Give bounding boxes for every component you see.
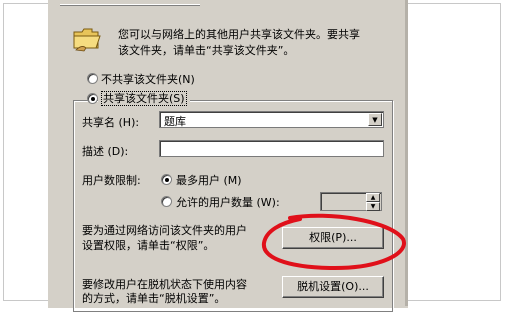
not-share-text: 不共享该文件夹 bbox=[101, 73, 178, 86]
share-text: 共享该文件夹 bbox=[103, 92, 169, 105]
tab-divider-shadow bbox=[60, 5, 200, 6]
not-share-label[interactable]: 不共享该文件夹(N) bbox=[101, 71, 195, 87]
max-users-text: 最多用户 bbox=[176, 174, 220, 187]
offline-settings-button[interactable]: 脱机设置(O)... bbox=[282, 276, 384, 298]
share-name-key: (H): bbox=[118, 116, 140, 129]
allowed-users-spinner[interactable]: ▲ ▼ bbox=[320, 192, 382, 211]
share-key: (S) bbox=[169, 92, 185, 105]
allowed-users-text: 允许的用户数量 bbox=[176, 196, 253, 209]
annotation-circle bbox=[261, 213, 406, 271]
allowed-users-key: (W): bbox=[256, 196, 280, 209]
max-users-radio[interactable] bbox=[161, 174, 172, 185]
max-users-key: (M) bbox=[223, 174, 242, 187]
description-input[interactable] bbox=[159, 140, 384, 157]
description-key: (D): bbox=[107, 145, 129, 158]
offline-text-line2: 的方式，请单击“脱机设置”。 bbox=[82, 292, 226, 305]
share-name-label: 共享名 (H): bbox=[82, 114, 139, 130]
share-label[interactable]: 共享该文件夹(S) bbox=[98, 90, 190, 106]
not-share-radio[interactable] bbox=[87, 73, 98, 84]
description-text: 描述 bbox=[82, 145, 104, 158]
allowed-users-radio[interactable] bbox=[161, 196, 172, 207]
permissions-text-line1: 要为通过网络访问该文件夹的用户 bbox=[82, 224, 247, 237]
share-name-value: 题库 bbox=[164, 115, 186, 128]
permissions-text-line2: 设置权限，请单击“权限”。 bbox=[82, 239, 215, 252]
share-radio[interactable] bbox=[87, 93, 98, 104]
allowed-users-label[interactable]: 允许的用户数量 (W): bbox=[176, 194, 280, 210]
not-share-key: (N) bbox=[178, 73, 195, 86]
shared-folder-icon bbox=[73, 28, 101, 52]
description-label: 描述 (D): bbox=[82, 143, 128, 159]
info-text-line2: 该文件夹，请单击“共享该文件夹”。 bbox=[118, 44, 295, 57]
user-limit-label: 用户数限制: bbox=[82, 174, 141, 187]
info-text-line1: 您可以与网络上的其他用户共享该文件夹。要共享 bbox=[118, 28, 360, 41]
spin-up-icon[interactable]: ▲ bbox=[366, 193, 380, 202]
spin-down-icon[interactable]: ▼ bbox=[366, 202, 380, 211]
max-users-label[interactable]: 最多用户 (M) bbox=[176, 172, 242, 188]
chevron-down-icon[interactable]: ▼ bbox=[368, 113, 382, 126]
share-name-text: 共享名 bbox=[82, 116, 115, 129]
share-name-combo[interactable]: 题库 ▼ bbox=[159, 111, 384, 128]
